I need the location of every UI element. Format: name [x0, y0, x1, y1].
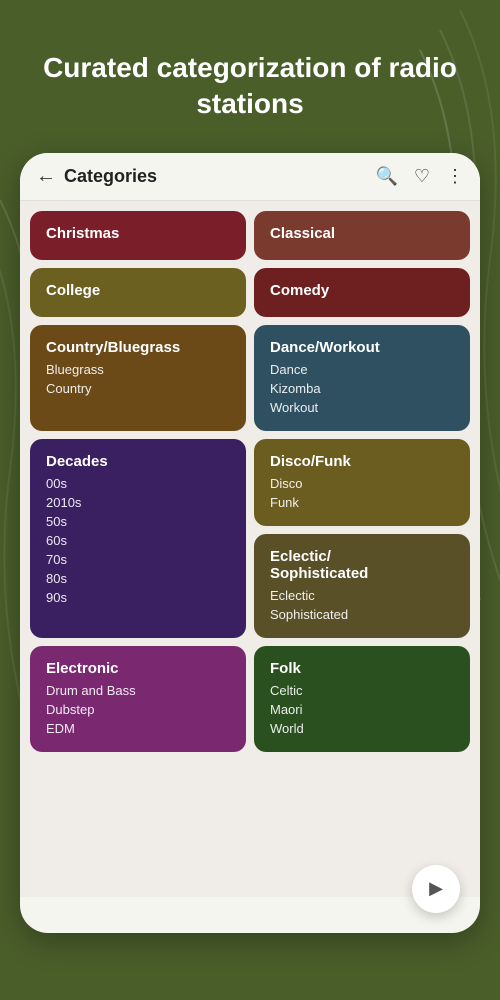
category-title-folk: Folk	[270, 660, 454, 677]
sub-item: Eclectic	[270, 586, 454, 605]
category-card-college[interactable]: College	[30, 268, 246, 317]
back-button[interactable]: ←	[36, 165, 56, 188]
sub-item: 80s	[46, 569, 230, 588]
sub-item: Dubstep	[46, 700, 230, 719]
category-title-eclectic: Eclectic/ Sophisticated	[270, 548, 454, 582]
category-title-decades: Decades	[46, 453, 230, 470]
nav-icons: 🔍 ♡ ⋮	[375, 166, 464, 187]
category-card-christmas[interactable]: Christmas	[30, 211, 246, 260]
sub-item: Disco	[270, 474, 454, 493]
sub-item: 50s	[46, 512, 230, 531]
sub-item: Workout	[270, 398, 454, 417]
page-headline: Curated categorization of radio stations	[40, 50, 460, 123]
sub-item: 70s	[46, 550, 230, 569]
more-icon[interactable]: ⋮	[446, 166, 464, 187]
sub-item: Country	[46, 379, 230, 398]
search-icon[interactable]: 🔍	[375, 166, 397, 187]
category-card-decades[interactable]: Decades 00s2010s50s60s70s80s90s	[30, 439, 246, 638]
category-title-dance-workout: Dance/Workout	[270, 339, 454, 356]
sub-item: Funk	[270, 493, 454, 512]
sub-item: Drum and Bass	[46, 681, 230, 700]
sub-item: 00s	[46, 474, 230, 493]
sub-item: Maori	[270, 700, 454, 719]
category-title-country: Country/Bluegrass	[46, 339, 230, 356]
nav-title: Categories	[64, 166, 375, 187]
sub-item: Dance	[270, 360, 454, 379]
category-title-college: College	[46, 282, 230, 299]
category-title-classical: Classical	[270, 225, 454, 242]
category-title-disco-funk: Disco/Funk	[270, 453, 454, 470]
category-card-folk[interactable]: Folk CelticMaoriWorld	[254, 646, 470, 752]
category-card-country[interactable]: Country/Bluegrass BluegrassCountry	[30, 325, 246, 431]
category-card-classical[interactable]: Classical	[254, 211, 470, 260]
favorite-icon[interactable]: ♡	[414, 166, 430, 187]
category-card-comedy[interactable]: Comedy	[254, 268, 470, 317]
sub-item: World	[270, 719, 454, 738]
category-title-christmas: Christmas	[46, 225, 230, 242]
category-card-dance-workout[interactable]: Dance/Workout DanceKizombaWorkout	[254, 325, 470, 431]
categories-grid: Christmas Classical College Comedy Country/B…	[30, 211, 470, 752]
nav-bar: ← Categories 🔍 ♡ ⋮	[20, 153, 480, 201]
category-title-electronic: Electronic	[46, 660, 230, 677]
category-title-comedy: Comedy	[270, 282, 454, 299]
phone-frame: ← Categories 🔍 ♡ ⋮ Christmas Classical Col…	[20, 153, 480, 933]
category-card-eclectic[interactable]: Eclectic/ Sophisticated EclecticSophistic…	[254, 534, 470, 638]
sub-item: 60s	[46, 531, 230, 550]
category-card-electronic[interactable]: Electronic Drum and BassDubstepEDM	[30, 646, 246, 752]
sub-item: Sophisticated	[270, 605, 454, 624]
fab-icon: ▶	[429, 878, 443, 899]
fab-button[interactable]: ▶	[412, 865, 460, 913]
category-card-disco-funk[interactable]: Disco/Funk DiscoFunk	[254, 439, 470, 526]
sub-item: 2010s	[46, 493, 230, 512]
sub-item: Celtic	[270, 681, 454, 700]
sub-item: EDM	[46, 719, 230, 738]
header-section: Curated categorization of radio stations	[0, 0, 500, 143]
categories-scroll[interactable]: Christmas Classical College Comedy Country/B…	[20, 201, 480, 897]
sub-item: Bluegrass	[46, 360, 230, 379]
sub-item: 90s	[46, 588, 230, 607]
sub-item: Kizomba	[270, 379, 454, 398]
